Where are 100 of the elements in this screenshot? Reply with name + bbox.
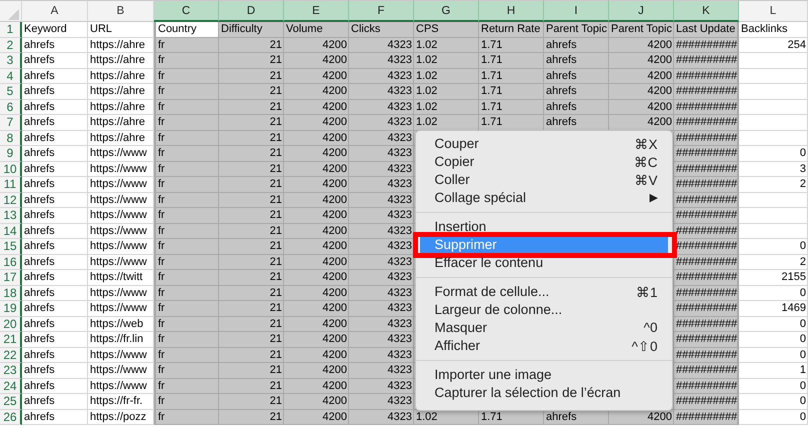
table-cell: 21	[219, 53, 284, 68]
table-cell: ahrefs	[22, 394, 88, 410]
row-header[interactable]: 19	[0, 301, 22, 316]
row-header[interactable]: 13	[0, 208, 22, 224]
table-cell: ##########	[674, 146, 739, 162]
column-header[interactable]: J	[609, 0, 674, 22]
table-cell: 21	[219, 363, 284, 378]
table-cell: 21	[219, 224, 284, 239]
table-cell: fr	[154, 332, 219, 348]
row-header[interactable]: 1	[0, 22, 22, 38]
table-cell: 4200	[284, 192, 349, 208]
table-cell: 1.71	[479, 100, 544, 115]
table-cell: 21	[219, 68, 284, 84]
row-header[interactable]: 12	[0, 192, 22, 208]
column-header[interactable]: C	[154, 0, 219, 22]
table-cell: fr	[154, 270, 219, 286]
table-cell: 4200	[284, 146, 349, 162]
row-header[interactable]: 4	[0, 68, 22, 84]
menu-item[interactable]: Masquer ^0	[420, 318, 668, 336]
column-header[interactable]: K	[674, 0, 739, 22]
row-header[interactable]: 25	[0, 394, 22, 410]
table-cell: ##########	[674, 162, 739, 177]
menu-item[interactable]: Collage spécial ▶	[420, 188, 668, 206]
row-header[interactable]: 22	[0, 348, 22, 363]
table-cell: fr	[154, 348, 219, 363]
table-cell: 4323	[349, 410, 414, 425]
column-header[interactable]: H	[479, 0, 544, 22]
table-cell: 21	[219, 192, 284, 208]
menu-item[interactable]: Format de cellule... ⌘1	[420, 282, 668, 300]
menu-item[interactable]: Capturer la sélection de l’écran	[420, 384, 668, 402]
table-cell: 4323	[349, 177, 414, 192]
table-cell: Keyword	[22, 22, 88, 38]
column-header[interactable]: G	[414, 0, 479, 22]
table-cell: 1.71	[479, 115, 544, 130]
row-header[interactable]: 6	[0, 100, 22, 115]
table-cell: 21	[219, 162, 284, 177]
menu-item[interactable]: Afficher ^⇧0	[420, 336, 668, 354]
row-header[interactable]: 20	[0, 316, 22, 332]
table-cell: fr	[154, 146, 219, 162]
row-header[interactable]: 18	[0, 286, 22, 301]
menu-item[interactable]: Effacer le contenu	[420, 254, 668, 272]
row-header[interactable]: 26	[0, 410, 22, 425]
table-cell: ahrefs	[22, 270, 88, 286]
table-cell: 4323	[349, 286, 414, 301]
table-cell: 21	[219, 410, 284, 425]
row-header[interactable]: 15	[0, 239, 22, 254]
row-header[interactable]: 5	[0, 84, 22, 100]
table-cell: 3	[739, 162, 808, 177]
row-header[interactable]: 23	[0, 363, 22, 378]
column-header[interactable]: D	[219, 0, 284, 22]
row-header[interactable]: 10	[0, 162, 22, 177]
table-cell: ahrefs	[544, 115, 609, 130]
row-header[interactable]: 2	[0, 38, 22, 53]
column-header[interactable]: I	[544, 0, 609, 22]
column-header[interactable]: F	[349, 0, 414, 22]
table-cell: 21	[219, 84, 284, 100]
row-header[interactable]: 17	[0, 270, 22, 286]
table-cell: ahrefs	[544, 84, 609, 100]
table-cell: ##########	[674, 68, 739, 84]
column-header[interactable]: E	[284, 0, 349, 22]
table-cell: ahrefs	[22, 378, 88, 394]
menu-item[interactable]: Couper ⌘X	[420, 134, 668, 152]
table-cell: fr	[154, 192, 219, 208]
table-cell: ahrefs	[544, 38, 609, 53]
menu-item[interactable]: Copier ⌘C	[420, 152, 668, 170]
table-cell: 1469	[739, 301, 808, 316]
menu-item[interactable]: Coller ⌘V	[420, 170, 668, 188]
table-cell: 0	[739, 316, 808, 332]
row-header[interactable]: 9	[0, 146, 22, 162]
row-header[interactable]: 8	[0, 130, 22, 146]
menu-item[interactable]: Largeur de colonne...	[420, 300, 668, 318]
table-cell: 4200	[284, 100, 349, 115]
row-header[interactable]: 14	[0, 224, 22, 239]
row-header[interactable]: 21	[0, 332, 22, 348]
column-header[interactable]: A	[22, 0, 88, 22]
table-cell: fr	[154, 224, 219, 239]
menu-item[interactable]: Insertion	[420, 218, 668, 236]
row-header[interactable]: 3	[0, 53, 22, 68]
table-cell: ahrefs	[22, 332, 88, 348]
table-cell: 4200	[284, 208, 349, 224]
table-cell: 0	[739, 332, 808, 348]
row-header[interactable]: 24	[0, 378, 22, 394]
table-cell: ##########	[674, 208, 739, 224]
row-header[interactable]: 11	[0, 177, 22, 192]
column-header[interactable]: L	[739, 0, 808, 22]
column-header[interactable]: B	[88, 0, 154, 22]
table-cell: ##########	[674, 378, 739, 394]
menu-item[interactable]: Importer une image	[420, 366, 668, 384]
table-cell: Country	[154, 22, 219, 38]
select-all-button[interactable]	[0, 0, 22, 22]
table-cell: ahrefs	[544, 53, 609, 68]
table-cell: fr	[154, 68, 219, 84]
table-cell: 254	[739, 38, 808, 53]
table-cell: fr	[154, 208, 219, 224]
row-header[interactable]: 7	[0, 115, 22, 130]
table-cell: ahrefs	[22, 130, 88, 146]
row-header[interactable]: 16	[0, 254, 22, 270]
shortcut-label: ⌘V	[634, 172, 658, 188]
table-cell: 4323	[349, 224, 414, 239]
table-cell: 4323	[349, 68, 414, 84]
